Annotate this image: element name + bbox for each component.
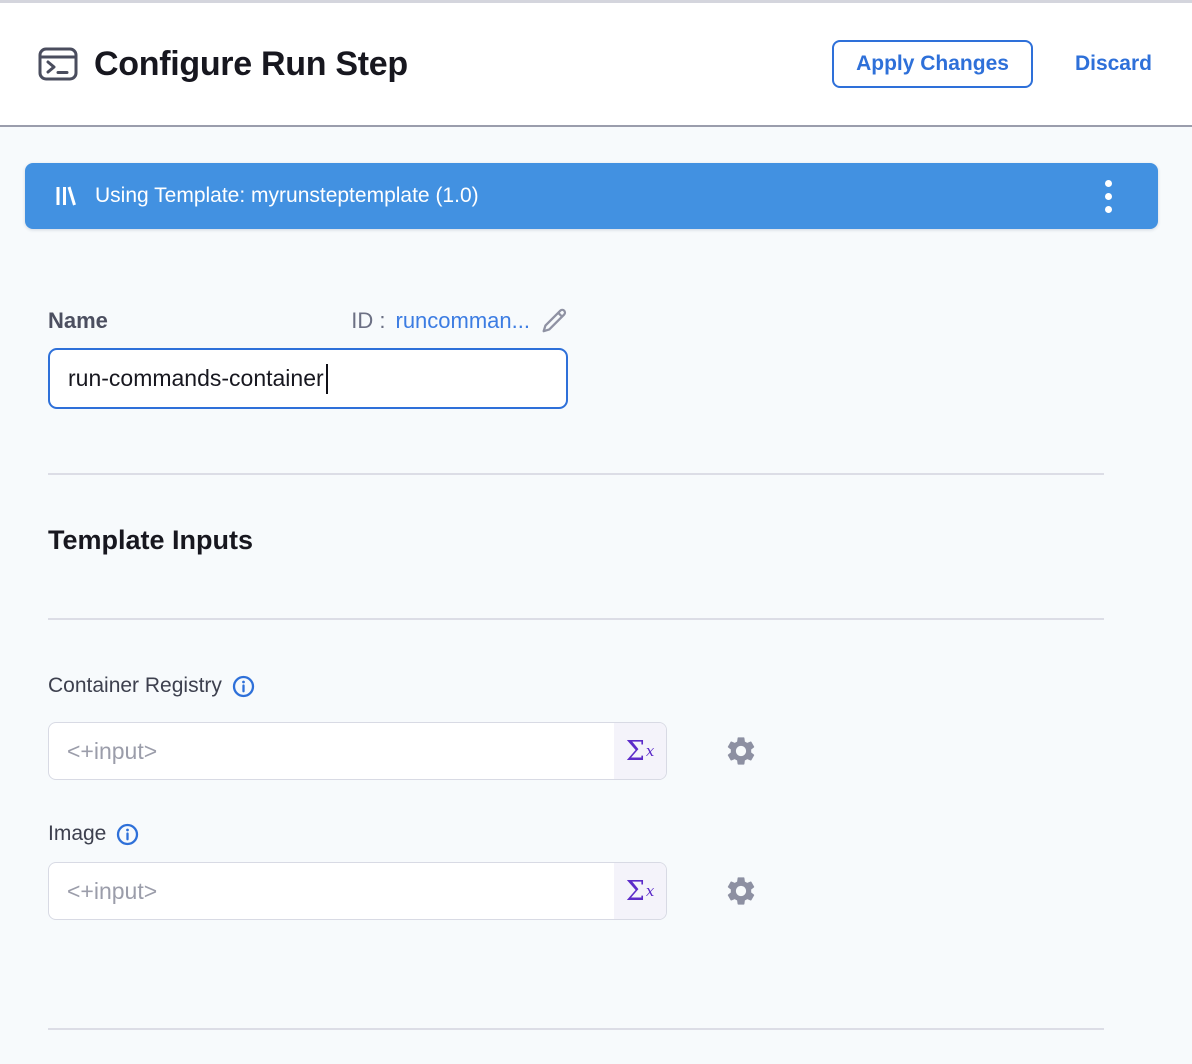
image-label: Image (48, 822, 106, 846)
image-label-row: Image (48, 822, 1192, 846)
terminal-icon (38, 47, 78, 81)
container-registry-label: Container Registry (48, 674, 222, 698)
page-title: Configure Run Step (94, 45, 408, 84)
sigma-icon: Σ (626, 738, 645, 765)
discard-button[interactable]: Discard (1075, 52, 1152, 76)
container-registry-placeholder[interactable]: <+input> (49, 723, 614, 779)
name-input[interactable]: run-commands-container (48, 348, 568, 409)
panel-header: Configure Run Step Apply Changes Discard (0, 0, 1192, 127)
info-icon[interactable] (116, 823, 139, 846)
sigma-icon: Σ (626, 878, 645, 905)
name-input-value: run-commands-container (68, 365, 324, 392)
id-prefix-label: ID : (351, 308, 385, 334)
name-label: Name (48, 308, 108, 334)
kebab-menu-icon (1105, 180, 1112, 187)
step-config-form: Name ID : runcomman... run-commands-cont… (0, 307, 1192, 1030)
container-registry-label-row: Container Registry (48, 674, 1192, 698)
divider (48, 1028, 1104, 1030)
using-template-banner[interactable]: Using Template: myrunsteptemplate (1.0) (25, 163, 1158, 229)
apply-changes-button[interactable]: Apply Changes (832, 40, 1033, 88)
info-icon[interactable] (232, 675, 255, 698)
container-registry-input[interactable]: <+input> Σx (48, 722, 667, 780)
expression-input-type-button[interactable]: Σx (614, 863, 666, 919)
expression-input-type-button[interactable]: Σx (614, 723, 666, 779)
pencil-icon[interactable] (540, 307, 568, 335)
divider (48, 618, 1104, 620)
gear-icon[interactable] (724, 734, 758, 768)
template-inputs-heading: Template Inputs (48, 525, 1192, 556)
gear-icon[interactable] (724, 874, 758, 908)
step-id-group: ID : runcomman... (351, 307, 568, 335)
divider (48, 473, 1104, 475)
image-input-row: <+input> Σx (48, 862, 1192, 920)
using-template-label: Using Template: myrunsteptemplate (1.0) (95, 184, 479, 208)
header-actions: Apply Changes Discard (832, 40, 1152, 88)
template-library-icon (55, 185, 77, 207)
image-placeholder[interactable]: <+input> (49, 863, 614, 919)
name-id-row: Name ID : runcomman... (48, 307, 568, 335)
text-caret (326, 364, 328, 394)
container-registry-input-row: <+input> Σx (48, 722, 1192, 780)
header-title-group: Configure Run Step (38, 45, 408, 84)
id-value-link[interactable]: runcomman... (396, 308, 531, 334)
template-options-menu-button[interactable] (1101, 174, 1116, 219)
image-input[interactable]: <+input> Σx (48, 862, 667, 920)
